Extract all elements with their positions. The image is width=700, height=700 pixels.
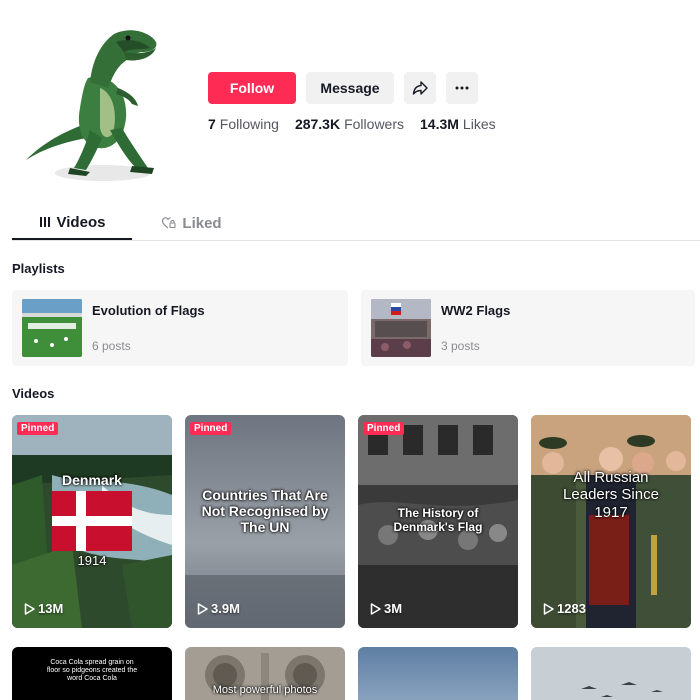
view-count-value: 3.9M xyxy=(211,601,240,616)
tab-videos-label: Videos xyxy=(56,213,106,231)
pinned-badge: Pinned xyxy=(190,422,232,435)
playlists-heading: Playlists xyxy=(12,261,65,276)
grid-icon xyxy=(39,217,50,227)
video-card-8[interactable] xyxy=(531,647,691,700)
view-count-value: 1283 xyxy=(557,601,586,616)
following-label: Following xyxy=(219,116,279,132)
followers-label: Followers xyxy=(344,116,404,132)
share-button[interactable] xyxy=(404,72,436,104)
playlist-name: Evolution of Flags xyxy=(92,303,205,318)
video-thumbnail xyxy=(358,647,518,700)
video-card-1[interactable]: Pinned Denmark 1914 13M xyxy=(12,415,172,628)
profile-tabs: Videos Liked xyxy=(12,206,252,240)
video-overlay-title: Coca Cola spread grain on floor so pidge… xyxy=(46,659,138,683)
following-stat[interactable]: 7 Following xyxy=(208,116,279,132)
play-icon xyxy=(543,602,554,615)
likes-count: 14.3M xyxy=(420,116,459,132)
share-icon xyxy=(412,81,428,95)
followers-stat[interactable]: 287.3K Followers xyxy=(295,116,404,132)
pinned-badge: Pinned xyxy=(17,422,59,435)
tab-liked[interactable]: Liked xyxy=(132,206,252,240)
playlist-name: WW2 Flags xyxy=(441,303,511,318)
tab-videos[interactable]: Videos xyxy=(12,206,132,240)
profile-actions: Follow Message xyxy=(208,72,478,104)
video-overlay-title: Countries That Are Not Recognised by The… xyxy=(201,487,329,536)
view-count: 3.9M xyxy=(197,601,240,616)
following-count: 7 xyxy=(208,116,216,132)
view-count-value: 3M xyxy=(384,601,403,616)
playlist-thumbnail xyxy=(371,299,431,357)
profile-avatar xyxy=(18,18,168,186)
video-thumbnail xyxy=(531,415,691,628)
followers-count: 287.3K xyxy=(294,116,341,132)
playlist-card-1[interactable]: Evolution of Flags 6 posts xyxy=(12,290,348,366)
playlist-card-2[interactable]: WW2 Flags 3 posts xyxy=(361,290,695,366)
tabs-divider xyxy=(12,240,700,241)
play-icon xyxy=(370,602,381,615)
play-icon xyxy=(24,602,35,615)
view-count: 13M xyxy=(24,601,63,616)
video-overlay-title: All Russian Leaders Since 1917 xyxy=(563,469,659,521)
view-count: 1283 xyxy=(543,601,586,616)
video-overlay-title: Denmark xyxy=(62,472,122,488)
video-card-3[interactable]: Pinned The History of Denmark's Flag 3M xyxy=(358,415,518,628)
video-card-4[interactable]: All Russian Leaders Since 1917 1283 xyxy=(531,415,691,628)
likes-stat: 14.3M Likes xyxy=(420,116,496,132)
playlist-post-count: 3 posts xyxy=(441,339,480,353)
tab-liked-label: Liked xyxy=(182,214,222,232)
videos-heading: Videos xyxy=(12,386,55,401)
follow-button[interactable]: Follow xyxy=(208,72,296,104)
profile-stats: 7 Following 287.3K Followers 14.3M Likes xyxy=(208,116,496,132)
pinned-badge: Pinned xyxy=(363,422,405,435)
video-card-2[interactable]: Pinned Countries That Are Not Recognised… xyxy=(185,415,345,628)
play-icon xyxy=(197,602,208,615)
view-count-value: 13M xyxy=(38,601,64,616)
video-overlay-title: Most powerful photos xyxy=(212,684,318,696)
video-card-7[interactable] xyxy=(358,647,518,700)
likes-label: Likes xyxy=(462,116,496,132)
denmark-flag xyxy=(52,491,132,551)
more-icon xyxy=(455,86,469,90)
message-button[interactable]: Message xyxy=(306,72,394,104)
more-button[interactable] xyxy=(446,72,478,104)
heart-lock-icon xyxy=(162,217,176,229)
playlist-post-count: 6 posts xyxy=(92,339,131,353)
video-overlay-subtitle: 1914 xyxy=(77,553,107,568)
view-count: 3M xyxy=(370,601,402,616)
video-overlay-title: The History of Denmark's Flag xyxy=(393,506,483,534)
video-thumbnail xyxy=(531,647,691,700)
video-card-6[interactable]: Most powerful photos xyxy=(185,647,345,700)
playlist-thumbnail xyxy=(22,299,82,357)
video-card-5[interactable]: Coca Cola spread grain on floor so pidge… xyxy=(12,647,172,700)
